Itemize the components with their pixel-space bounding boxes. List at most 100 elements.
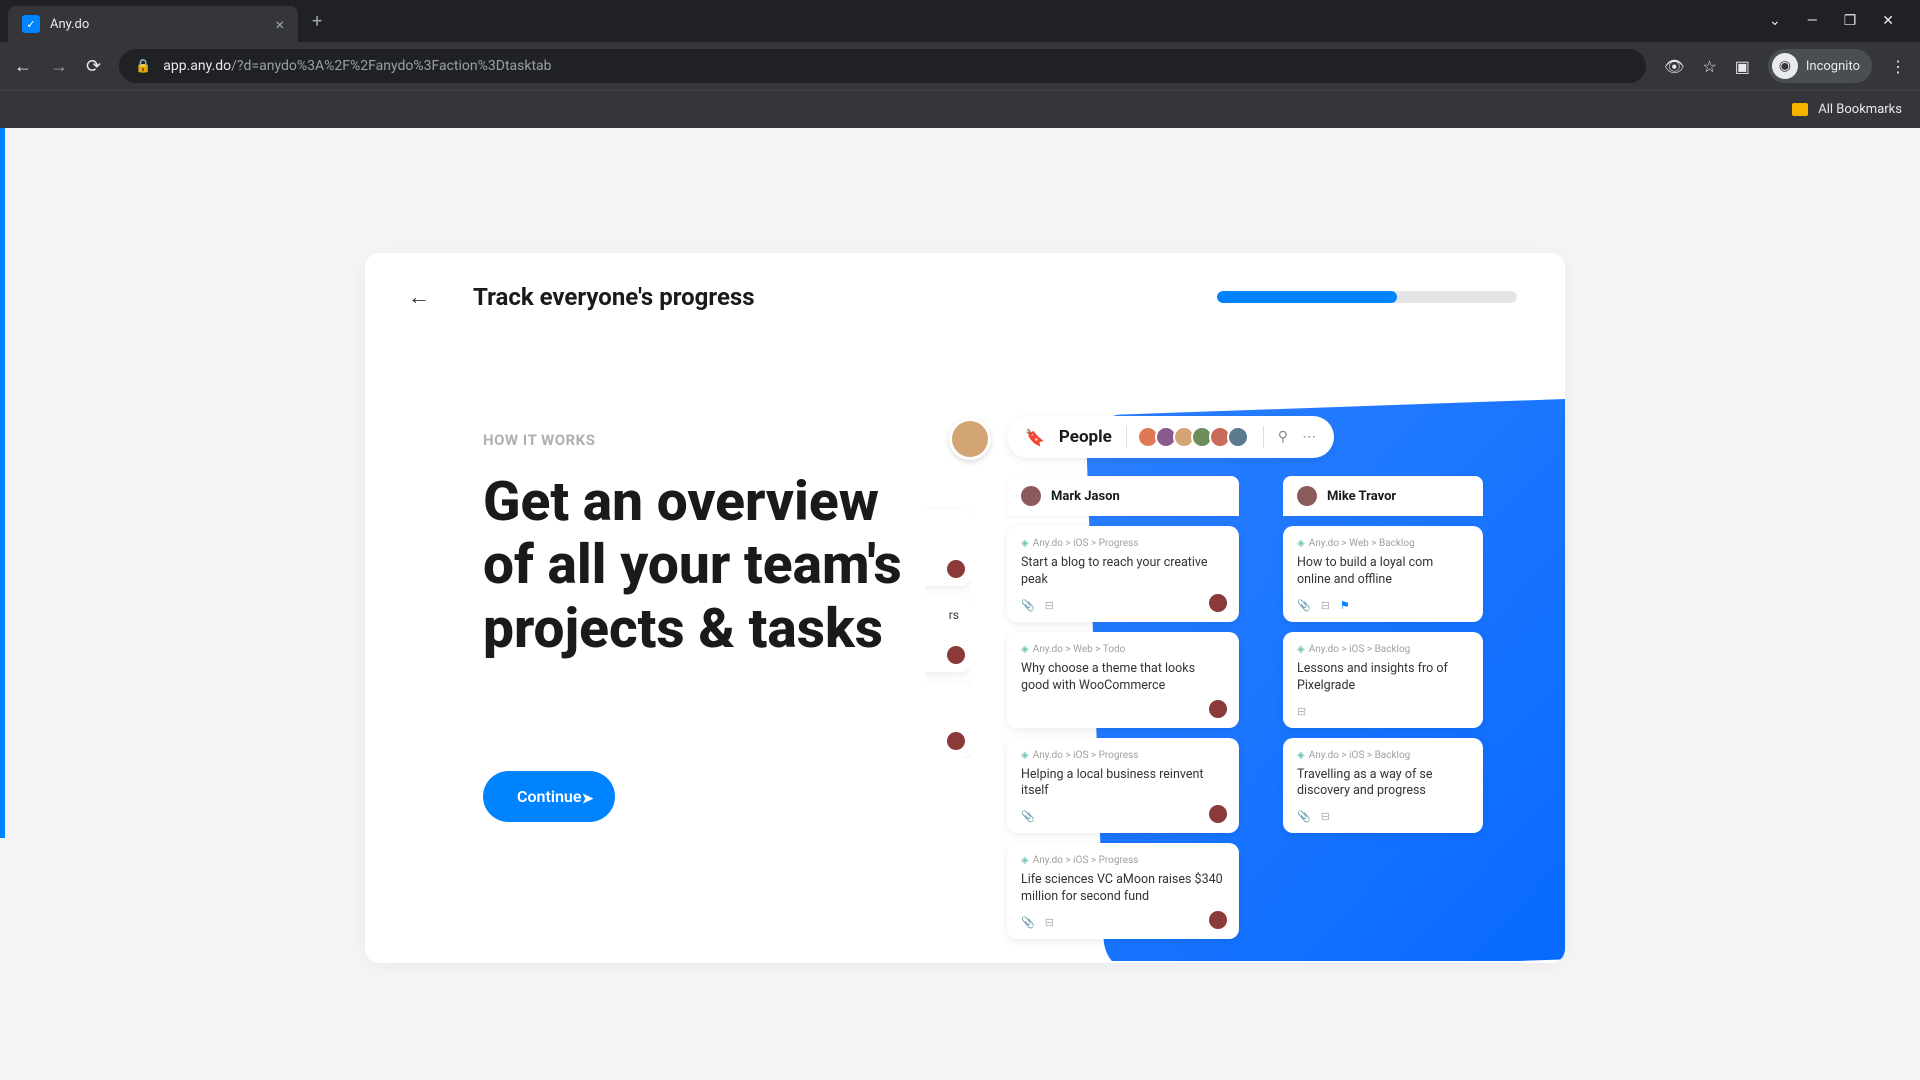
task-title: Travelling as a way of se discovery and … xyxy=(1297,767,1469,801)
cursor-icon: ➤ xyxy=(582,791,594,807)
task-breadcrumb: ◈Any.do > iOS > Progress xyxy=(1021,750,1225,761)
tab-title: Any.do xyxy=(50,17,267,32)
assignee-avatar xyxy=(947,732,965,750)
task-footer: ⊟ xyxy=(1297,705,1469,718)
task-title: Helping a local business reinvent itself xyxy=(1021,767,1225,801)
flag-icon: ⚑ xyxy=(1340,599,1350,612)
task-footer: 📎 xyxy=(1021,810,1225,823)
subtask-icon: ⊟ xyxy=(1045,599,1054,612)
folder-icon xyxy=(1792,103,1808,116)
onboarding-title: Track everyone's progress xyxy=(473,283,755,311)
address-bar[interactable]: 🔒 app.any.do/?d=anydo%3A%2F%2Fanydo%3Fac… xyxy=(119,49,1646,83)
attachment-icon: 📎 xyxy=(1297,810,1311,823)
eyebrow-text: HOW IT WORKS xyxy=(483,431,925,449)
progress-bar xyxy=(1217,291,1517,303)
maximize-icon[interactable]: ❐ xyxy=(1844,13,1857,29)
task-footer: 📎 ⊟ ⚑ xyxy=(1297,599,1469,612)
avatar xyxy=(1227,426,1249,448)
tab-bar: ✓ Any.do × + ⌄ — ❐ ✕ xyxy=(0,0,1920,42)
task-breadcrumb: ◈Any.do > iOS > Progress xyxy=(1021,855,1225,866)
eye-off-icon[interactable]: 👁 xyxy=(1664,57,1684,76)
task-title: Lessons and insights fro of Pixelgrade xyxy=(1297,661,1469,695)
person-column-mike: Mike Travor ◈Any.do > Web > Backlog How … xyxy=(1283,476,1483,833)
back-icon[interactable]: ← xyxy=(14,56,32,77)
incognito-badge[interactable]: ◉ Incognito xyxy=(1768,49,1872,83)
reload-icon[interactable]: ⟳ xyxy=(86,56,101,77)
assignee-avatar xyxy=(1209,700,1227,718)
people-header: 🔖 People ⚲ ⋯ xyxy=(1007,416,1334,458)
right-column: 🔖 People ⚲ ⋯ xyxy=(925,311,1565,961)
task-card[interactable]: ◈Any.do > iOS > Backlog Lessons and insi… xyxy=(1283,632,1483,728)
chevron-down-icon[interactable]: ⌄ xyxy=(1769,13,1781,29)
attachment-icon: 📎 xyxy=(1021,599,1035,612)
star-icon[interactable]: ☆ xyxy=(1702,57,1716,76)
panel-icon[interactable]: ▣ xyxy=(1735,57,1750,76)
task-card[interactable]: ◈Any.do > iOS > Progress Helping a local… xyxy=(1007,738,1239,834)
task-breadcrumb: ◈Any.do > Web > Backlog xyxy=(1297,538,1469,549)
left-column: HOW IT WORKS Get an overview of all your… xyxy=(365,311,925,961)
person-name: Mark Jason xyxy=(1051,489,1120,504)
task-breadcrumb: ◈Any.do > iOS > Progress xyxy=(1021,538,1225,549)
task-card[interactable]: ◈Any.do > iOS > Backlog Travelling as a … xyxy=(1283,738,1483,834)
back-arrow-icon[interactable]: ← xyxy=(405,283,433,311)
menu-dots-icon[interactable]: ⋮ xyxy=(1890,57,1906,76)
subtask-icon: ⊟ xyxy=(1321,599,1330,612)
bookmark-bar: All Bookmarks xyxy=(0,90,1920,128)
task-footer: 📎⊟ xyxy=(1297,810,1469,823)
close-window-icon[interactable]: ✕ xyxy=(1882,13,1894,29)
incognito-label: Incognito xyxy=(1806,59,1860,74)
blue-accent-bar xyxy=(0,128,5,838)
filter-icon[interactable]: ⚲ xyxy=(1278,429,1288,445)
toolbar-right: 👁 ☆ ▣ ◉ Incognito ⋮ xyxy=(1664,49,1906,83)
task-card-edge: rs xyxy=(925,596,971,672)
assignee-avatar xyxy=(1209,594,1227,612)
people-avatars xyxy=(1141,426,1249,448)
minimize-icon[interactable]: — xyxy=(1807,13,1818,29)
card-body: HOW IT WORKS Get an overview of all your… xyxy=(365,311,1565,961)
people-label: People xyxy=(1059,427,1112,447)
divider xyxy=(1126,426,1127,448)
lock-icon: 🔒 xyxy=(135,59,151,74)
close-tab-icon[interactable]: × xyxy=(275,15,284,34)
task-footer: 📎⊟ xyxy=(1021,599,1225,612)
continue-button[interactable]: Continue ➤ xyxy=(483,771,615,822)
task-title: Why choose a theme that looks good with … xyxy=(1021,661,1225,695)
window-controls: ⌄ — ❐ ✕ xyxy=(1769,13,1912,29)
owner-avatar xyxy=(949,418,991,460)
subtask-icon: ⊟ xyxy=(1321,810,1330,823)
column-header: Mike Travor xyxy=(1283,476,1483,516)
assignee-avatar xyxy=(947,646,965,664)
task-title: Start a blog to reach your creative peak xyxy=(1021,555,1225,589)
person-avatar xyxy=(1297,486,1317,506)
divider xyxy=(1263,426,1264,448)
task-footer: 📎⊟ xyxy=(1021,916,1225,929)
new-tab-button[interactable]: + xyxy=(312,11,322,32)
task-title: Life sciences VC aMoon raises $340 milli… xyxy=(1021,872,1225,906)
attachment-icon: 📎 xyxy=(1021,810,1035,823)
person-column-mark: Mark Jason ◈Any.do > iOS > Progress Star… xyxy=(1007,476,1239,939)
attachment-icon: 📎 xyxy=(1297,599,1311,612)
url-text: app.any.do/?d=anydo%3A%2F%2Fanydo%3Facti… xyxy=(163,58,1630,74)
more-icon[interactable]: ⋯ xyxy=(1302,429,1316,445)
task-card[interactable]: ◈Any.do > Web > Todo Why choose a theme … xyxy=(1007,632,1239,728)
task-breadcrumb: ◈Any.do > Web > Todo xyxy=(1021,644,1225,655)
task-title: How to build a loyal com online and offl… xyxy=(1297,555,1469,589)
task-card[interactable]: ◈Any.do > iOS > Progress Life sciences V… xyxy=(1007,843,1239,939)
person-avatar xyxy=(1021,486,1041,506)
browser-tab[interactable]: ✓ Any.do × xyxy=(8,6,298,42)
task-breadcrumb: ◈Any.do > iOS > Backlog xyxy=(1297,750,1469,761)
onboarding-card: ← Track everyone's progress HOW IT WORKS… xyxy=(365,253,1565,963)
edge-text: rs xyxy=(925,608,963,622)
card-header: ← Track everyone's progress xyxy=(365,253,1565,311)
incognito-icon: ◉ xyxy=(1772,53,1798,79)
forward-icon[interactable]: → xyxy=(50,56,68,77)
task-card[interactable]: ◈Any.do > Web > Backlog How to build a l… xyxy=(1283,526,1483,622)
progress-fill xyxy=(1217,291,1397,303)
column-header: Mark Jason xyxy=(1007,476,1239,516)
all-bookmarks-link[interactable]: All Bookmarks xyxy=(1818,102,1902,117)
headline-text: Get an overview of all your team's proje… xyxy=(483,471,925,661)
browser-chrome: ✓ Any.do × + ⌄ — ❐ ✕ ← → ⟳ 🔒 app.any.do/… xyxy=(0,0,1920,128)
attachment-icon: 📎 xyxy=(1021,916,1035,929)
task-card[interactable]: ◈Any.do > iOS > Progress Start a blog to… xyxy=(1007,526,1239,622)
tab-favicon: ✓ xyxy=(22,15,40,33)
